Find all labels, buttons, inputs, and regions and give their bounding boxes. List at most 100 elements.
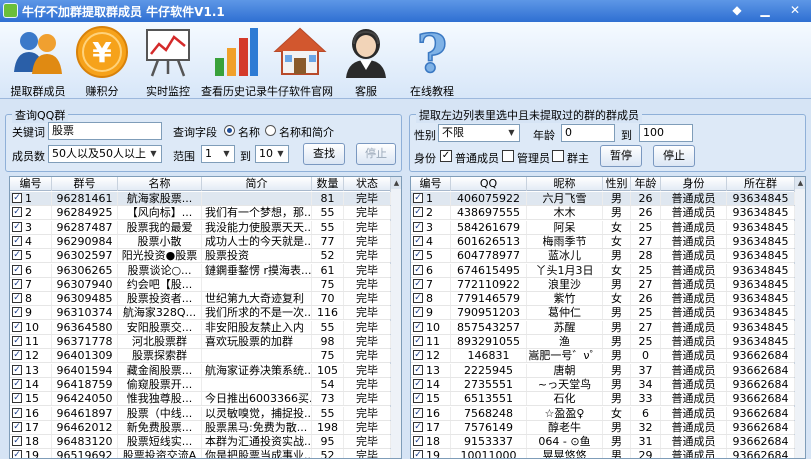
table-row[interactable]: ✓ 15 96424050 惟我独尊股... 今日推出6003366买... 73 完毕 <box>10 392 391 407</box>
table-row[interactable]: ✓ 8 96309485 股票投资者... 世纪第九大奇迹复利 70 完毕 <box>10 292 391 307</box>
range-from-select[interactable]: 1 ▼ <box>201 145 235 163</box>
column-header[interactable]: 群号 <box>52 177 118 191</box>
row-checkbox[interactable]: ✓ <box>413 193 423 203</box>
row-checkbox[interactable]: ✓ <box>12 207 22 218</box>
column-header[interactable]: 昵称 <box>527 177 603 191</box>
pause-button[interactable]: 暂停 <box>600 145 642 167</box>
row-checkbox[interactable]: ✓ <box>413 221 423 232</box>
table-row[interactable]: ✓ 7 96307940 约会吧【股... 75 完毕 <box>10 277 391 292</box>
table-row[interactable]: ✓ 13 96401594 藏金阁股票... 航海家证券决策系统... 105 完毕 <box>10 363 391 378</box>
row-checkbox[interactable]: ✓ <box>413 407 423 418</box>
table-row[interactable]: ✓ 10 96364580 安阳股票交... 非安阳股友禁止入内 55 完毕 <box>10 320 391 335</box>
table-row[interactable]: ✓ 1 406075922 六月飞雪男 26 普通成员 93634845 <box>411 192 795 206</box>
row-checkbox[interactable]: ✓ <box>413 250 423 261</box>
row-checkbox[interactable]: ✓ <box>12 378 22 389</box>
row-checkbox[interactable]: ✓ <box>12 393 22 404</box>
table-row[interactable]: ✓ 4 601626513 梅雨季节女 27 普通成员 93634845 <box>411 234 795 249</box>
row-checkbox[interactable]: ✓ <box>12 321 22 332</box>
column-header[interactable]: 简介 <box>202 177 312 191</box>
row-checkbox[interactable]: ✓ <box>12 193 22 203</box>
table-row[interactable]: ✓ 1 96281461 航海家股票... 81 完毕 <box>10 192 391 206</box>
table-row[interactable]: ✓ 14 96418759 偷窥股票开... 54 完毕 <box>10 377 391 392</box>
table-row[interactable]: ✓ 12 146831 嵩肥一号゛ν゜男 0 普通成员 93662684 <box>411 349 795 364</box>
table-row[interactable]: ✓ 6 674615495 丫头1月3日女 25 普通成员 93634845 <box>411 263 795 278</box>
row-checkbox[interactable]: ✓ <box>413 307 423 318</box>
field-radio-name-and-intro[interactable] <box>265 125 276 136</box>
identity-admin-checkbox[interactable] <box>502 150 514 162</box>
table-row[interactable]: ✓ 16 96461897 股票（中线... 以灵敏嗅觉，捕捉投... 55 完毕 <box>10 406 391 421</box>
row-checkbox[interactable]: ✓ <box>413 235 423 246</box>
gender-select[interactable]: 不限 ▼ <box>438 124 520 142</box>
search-button[interactable]: 查找 <box>303 143 345 165</box>
table-row[interactable]: ✓ 3 584261679 阿呆女 25 普通成员 93634845 <box>411 220 795 235</box>
table-row[interactable]: ✓ 17 96462012 新免费股票... 股票黑马:免费为散... 198 完毕 <box>10 420 391 435</box>
row-checkbox[interactable]: ✓ <box>12 421 22 432</box>
query-stop-button[interactable]: 停止 <box>356 143 396 165</box>
column-header[interactable]: 性别 <box>603 177 631 191</box>
groups-scrollbar[interactable]: ▲ <box>390 177 401 458</box>
members-scrollbar[interactable]: ▲ <box>794 177 805 458</box>
age-from-input[interactable]: 0 <box>561 124 615 142</box>
row-checkbox[interactable]: ✓ <box>413 436 423 447</box>
scroll-up-icon[interactable]: ▲ <box>391 177 401 189</box>
extract-stop-button[interactable]: 停止 <box>653 145 695 167</box>
range-to-select[interactable]: 10 ▼ <box>255 145 289 163</box>
table-row[interactable]: ✓ 14 2735551 ~っ天堂鸟男 34 普通成员 93662684 <box>411 377 795 392</box>
row-checkbox[interactable]: ✓ <box>12 336 22 346</box>
row-checkbox[interactable]: ✓ <box>12 293 22 304</box>
row-checkbox[interactable]: ✓ <box>12 278 22 289</box>
row-checkbox[interactable]: ✓ <box>12 450 22 458</box>
table-row[interactable]: ✓ 13 2225945 唐朝男 37 普通成员 93662684 <box>411 363 795 378</box>
members-select[interactable]: 50人以及50人以上 ▼ <box>48 145 162 163</box>
column-header[interactable]: 状态 <box>344 177 391 191</box>
column-header[interactable]: 名称 <box>118 177 202 191</box>
table-row[interactable]: ✓ 19 10011000 晃晃悠悠男 29 普通成员 93662684 <box>411 449 795 458</box>
row-checkbox[interactable]: ✓ <box>12 221 22 232</box>
column-header[interactable]: QQ <box>451 177 527 191</box>
app-menu-icon[interactable]: ◆ <box>726 1 748 20</box>
field-radio-name[interactable] <box>224 125 235 136</box>
table-row[interactable]: ✓ 6 96306265 股票谈论○... 鏈鐦垂鍪愣 r摸海表... 61 完毕 <box>10 263 391 278</box>
table-row[interactable]: ✓ 11 96371778 河北股票群 喜欢玩股票的加群 98 完毕 <box>10 335 391 349</box>
row-checkbox[interactable]: ✓ <box>413 378 423 389</box>
table-row[interactable]: ✓ 8 779146579 紫竹女 26 普通成员 93634845 <box>411 292 795 307</box>
age-to-input[interactable]: 100 <box>639 124 693 142</box>
row-checkbox[interactable]: ✓ <box>413 350 423 361</box>
row-checkbox[interactable]: ✓ <box>12 307 22 318</box>
identity-normal-checkbox[interactable]: ✓ <box>440 150 452 162</box>
table-row[interactable]: ✓ 12 96401309 股票探索群 75 完毕 <box>10 349 391 364</box>
row-checkbox[interactable]: ✓ <box>413 450 423 458</box>
column-header[interactable]: 身份 <box>661 177 727 191</box>
row-checkbox[interactable]: ✓ <box>413 336 423 346</box>
row-checkbox[interactable]: ✓ <box>413 207 423 218</box>
table-row[interactable]: ✓ 16 7568248 ☆盈盈♀ 女 6 普通成员 93662684 <box>411 406 795 421</box>
toolbar-tutorial-button[interactable]: ? 在线教程 <box>396 24 468 98</box>
row-checkbox[interactable]: ✓ <box>413 293 423 304</box>
table-row[interactable]: ✓ 17 7576149 醇老牛男 32 普通成员 93662684 <box>411 420 795 435</box>
column-header[interactable]: 所在群 <box>727 177 795 191</box>
table-row[interactable]: ✓ 10 857543257 苏醒男 27 普通成员 93634845 <box>411 320 795 335</box>
row-checkbox[interactable]: ✓ <box>413 278 423 289</box>
table-row[interactable]: ✓ 9 790951203 葛仲仁男 25 普通成员 93634845 <box>411 306 795 321</box>
groups-table[interactable]: 编号 群号 名称 简介 数量 状态 ▲ ✓ 1 96281461 航海家股票... 81… <box>9 176 402 459</box>
members-table[interactable]: 编号 QQ 昵称 性别 年龄 身份 所在群 ▲ ✓ 1 406075922 六月飞雪男… <box>410 176 806 459</box>
row-checkbox[interactable]: ✓ <box>413 421 423 432</box>
row-checkbox[interactable]: ✓ <box>413 393 423 404</box>
column-header[interactable]: 数量 <box>312 177 344 191</box>
row-checkbox[interactable]: ✓ <box>12 364 22 375</box>
row-checkbox[interactable]: ✓ <box>413 321 423 332</box>
identity-owner-checkbox[interactable] <box>552 150 564 162</box>
row-checkbox[interactable]: ✓ <box>12 264 22 275</box>
table-row[interactable]: ✓ 18 96483120 股票短线实... 本群为汇通投资实战... 95 完毕 <box>10 435 391 450</box>
minimize-button[interactable]: ▁ <box>754 1 776 20</box>
row-checkbox[interactable]: ✓ <box>12 350 22 361</box>
table-row[interactable]: ✓ 2 96284925 【风向标】... 我们有一个梦想，那... 55 完毕 <box>10 206 391 221</box>
row-checkbox[interactable]: ✓ <box>413 264 423 275</box>
column-header[interactable]: 编号 <box>411 177 451 191</box>
table-row[interactable]: ✓ 9 96310374 航海家328Q... 我们所求的不是一次... 116 完毕 <box>10 306 391 321</box>
table-row[interactable]: ✓ 2 438697555 木木男 26 普通成员 93634845 <box>411 206 795 221</box>
column-header[interactable]: 年龄 <box>631 177 661 191</box>
close-button[interactable]: ✕ <box>784 1 806 20</box>
row-checkbox[interactable]: ✓ <box>12 436 22 447</box>
table-row[interactable]: ✓ 4 96290984 股票小散 成功人士的今天就是... 77 完毕 <box>10 234 391 249</box>
